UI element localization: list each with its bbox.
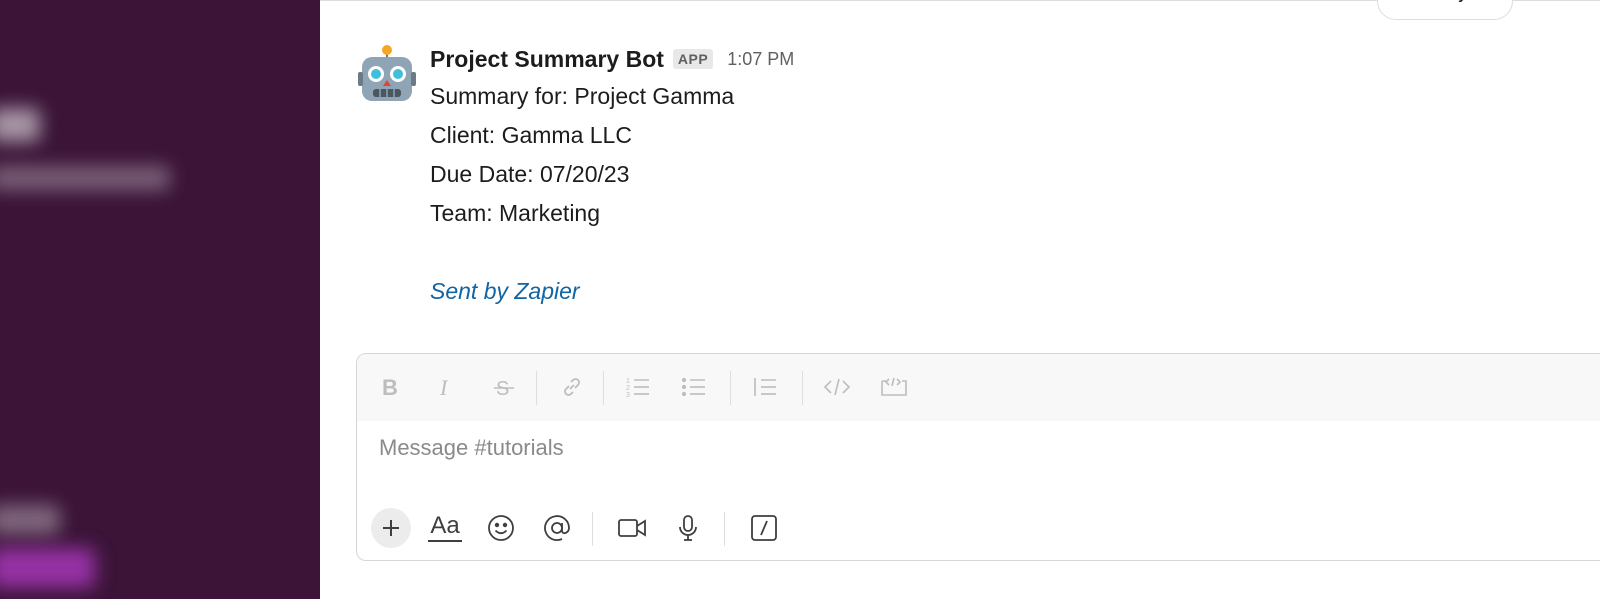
toolbar-separator — [536, 371, 537, 405]
code-icon[interactable] — [822, 372, 852, 402]
bulleted-list-icon[interactable] — [679, 372, 709, 402]
svg-text:1: 1 — [626, 378, 630, 385]
video-icon[interactable] — [612, 508, 652, 548]
toolbar-separator — [603, 371, 604, 405]
formatting-toolbar: B I S 123 — [357, 354, 1600, 421]
formatting-icon[interactable]: Aa — [425, 508, 465, 548]
strikethrough-icon[interactable]: S — [489, 372, 519, 402]
italic-icon[interactable]: I — [431, 372, 461, 402]
message-line: Due Date: 07/20/23 — [430, 161, 630, 187]
sidebar-blurred-item — [0, 166, 170, 190]
microphone-icon[interactable] — [668, 508, 708, 548]
message-header: Project Summary Bot APP 1:07 PM — [430, 44, 1530, 74]
sent-by-link[interactable]: Sent by Zapier — [430, 272, 1530, 311]
sender-name[interactable]: Project Summary Bot — [430, 46, 664, 73]
robot-face-icon[interactable] — [358, 44, 416, 108]
emoji-icon[interactable] — [481, 508, 521, 548]
message-line: Summary for: Project Gamma — [430, 83, 735, 109]
message-line: Client: Gamma LLC — [430, 122, 632, 148]
mention-icon[interactable] — [537, 508, 577, 548]
sidebar-blurred-item — [0, 108, 40, 142]
ordered-list-icon[interactable]: 123 — [623, 372, 653, 402]
link-icon[interactable] — [557, 372, 587, 402]
sidebar-blurred-item — [0, 505, 60, 535]
formatting-label: Aa — [428, 514, 462, 542]
code-block-icon[interactable] — [879, 372, 909, 402]
sidebar — [0, 0, 320, 599]
message-body: Project Summary Bot APP 1:07 PM Summary … — [430, 44, 1530, 311]
svg-text:2: 2 — [626, 385, 630, 392]
channel-main: Today Project Summary Bot APP 1:07 PM — [320, 0, 1600, 599]
message-input[interactable] — [379, 428, 1579, 468]
sidebar-blurred-item — [0, 548, 95, 588]
toolbar-separator — [802, 371, 803, 405]
message-composer: B I S 123 Message #tutorials Aa — [356, 353, 1600, 561]
actions-separator — [724, 512, 725, 546]
bold-icon[interactable]: B — [375, 372, 405, 402]
svg-text:I: I — [439, 375, 449, 399]
date-divider-label: Today — [1378, 0, 1512, 10]
slash-command-icon[interactable] — [744, 508, 784, 548]
message-line: Team: Marketing — [430, 200, 601, 226]
svg-text:3: 3 — [626, 392, 630, 399]
composer-actions: Aa — [357, 504, 1600, 552]
message-timestamp[interactable]: 1:07 PM — [727, 49, 794, 70]
date-divider-button[interactable]: Today — [1377, 0, 1513, 20]
svg-text:B: B — [382, 375, 398, 399]
toolbar-separator — [730, 371, 731, 405]
actions-separator — [592, 512, 593, 546]
plus-icon[interactable] — [371, 508, 411, 548]
app-badge: APP — [672, 49, 714, 69]
blockquote-icon[interactable] — [750, 372, 780, 402]
